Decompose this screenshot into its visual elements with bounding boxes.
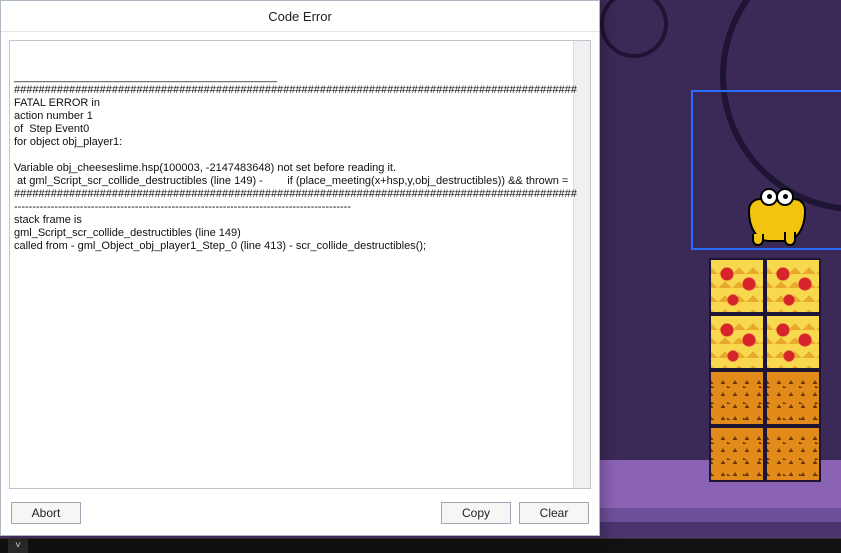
dialog-button-row: Abort Copy Clear [1, 497, 599, 535]
error-text: ________________________________________… [14, 71, 586, 253]
tile-cheese[interactable] [765, 258, 821, 314]
statusbar-expand-icon[interactable]: ˅ [8, 539, 28, 553]
status-bar: ˅ [0, 538, 841, 553]
decor-circle [600, 0, 668, 58]
tile-cracked[interactable] [765, 426, 821, 482]
dialog-titlebar[interactable]: Code Error [1, 1, 599, 32]
tile-cracked[interactable] [709, 426, 765, 482]
tile-grid [709, 258, 821, 482]
error-text-area[interactable]: ________________________________________… [9, 40, 591, 489]
tile-cheese[interactable] [709, 258, 765, 314]
tile-cheese[interactable] [765, 314, 821, 370]
copy-button[interactable]: Copy [441, 502, 511, 524]
tile-cracked[interactable] [709, 370, 765, 426]
abort-button[interactable]: Abort [11, 502, 81, 524]
clear-button[interactable]: Clear [519, 502, 589, 524]
tile-cracked[interactable] [765, 370, 821, 426]
obj-cheeseslime-sprite[interactable] [744, 186, 806, 244]
tile-cheese[interactable] [709, 314, 765, 370]
dialog-body: ________________________________________… [1, 32, 599, 497]
code-error-dialog: Code Error _____________________________… [0, 0, 600, 536]
dialog-title: Code Error [268, 9, 332, 24]
